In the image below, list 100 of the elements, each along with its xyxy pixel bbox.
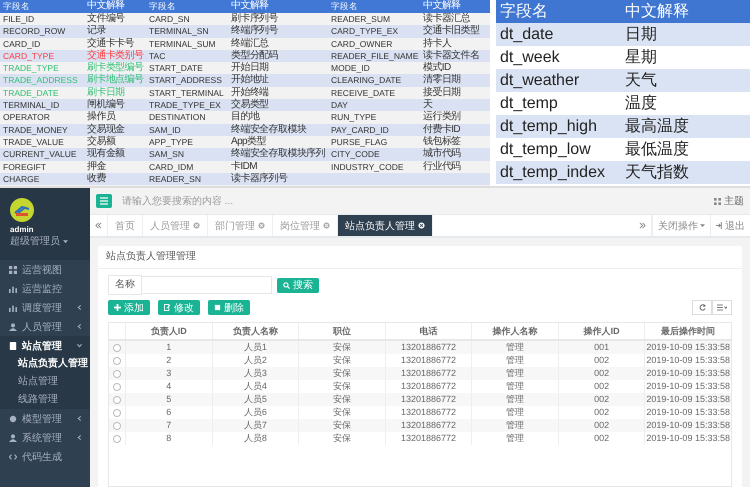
submenu-item[interactable]: 线路管理	[0, 391, 90, 409]
radio-button[interactable]	[113, 408, 121, 416]
field-meaning: 最低温度	[624, 140, 690, 160]
field-name: dt_date	[499, 25, 554, 45]
field-name: dt_temp	[499, 94, 559, 114]
menu-item[interactable]: 系统管理	[0, 428, 90, 447]
submenu-item[interactable]: 站点管理	[0, 373, 90, 391]
refresh-button[interactable]	[692, 300, 712, 315]
double-chevron-right-icon	[639, 222, 646, 229]
field-meaning: 终端序列号	[230, 25, 280, 38]
name-input-field[interactable]	[142, 276, 272, 294]
field-name: START_DATE	[148, 62, 204, 74]
table-cell: 13201886772	[384, 419, 472, 432]
radio-button[interactable]	[113, 396, 121, 404]
field-meaning: 记录	[86, 25, 107, 38]
field-meaning: 目的地	[230, 111, 261, 124]
search-button[interactable]: 搜索	[277, 278, 319, 292]
field-name: CHARGE	[2, 172, 40, 186]
field-meaning: 日期	[624, 25, 658, 45]
table-cell: 管理	[471, 393, 558, 406]
column-header: 操作人ID	[558, 323, 644, 339]
field-name: TRADE_MONEY	[2, 124, 69, 136]
table-cell: 5	[125, 393, 212, 406]
field-meaning: 持卡人	[422, 38, 452, 50]
columns-icon	[717, 304, 727, 311]
code-icon	[9, 452, 17, 460]
grid-icon	[714, 198, 721, 204]
field-name: FOREGIFT	[2, 160, 47, 173]
column-header: 字段名	[2, 0, 31, 13]
radio-button[interactable]	[113, 344, 121, 352]
column-header: 最后操作时间	[644, 323, 731, 339]
table-cell: 13201886772	[384, 432, 472, 445]
chevron-left-icon	[77, 416, 82, 421]
field-meaning: 付费卡ID	[422, 124, 462, 136]
theme-link[interactable]: 主题	[714, 194, 744, 208]
field-name: START_TERMINAL	[148, 86, 225, 100]
menu-item[interactable]: 模型管理	[0, 409, 90, 428]
close-icon[interactable]	[418, 222, 425, 229]
action-button[interactable]: 添加	[108, 300, 150, 315]
menu-item[interactable]: 站点管理	[0, 336, 90, 355]
field-meaning: 刷卡地点编号	[86, 74, 144, 86]
field-name: dt_weather	[499, 71, 580, 91]
person-icon	[9, 322, 17, 330]
person-icon	[9, 434, 17, 442]
field-meaning: 交易额	[86, 136, 117, 148]
action-button[interactable]: 修改	[158, 300, 200, 315]
column-header: 操作人名称	[471, 323, 558, 339]
table-cell: 002	[558, 393, 644, 406]
field-meaning: 收费	[86, 172, 107, 186]
field-name: TRADE_TYPE	[2, 62, 60, 74]
field-meaning: 天	[422, 99, 434, 110]
field-meaning: 交通卡旧类型	[422, 25, 480, 38]
tab[interactable]: 首页	[108, 215, 143, 236]
radio-button[interactable]	[113, 434, 121, 442]
field-name: dt_temp_index	[499, 163, 606, 183]
field-meaning: 读卡器序列号	[230, 172, 288, 186]
double-chevron-left-icon	[95, 222, 102, 229]
columns-button[interactable]	[712, 300, 732, 315]
field-name: CLEARING_DATE	[330, 74, 402, 87]
caret-icon	[62, 239, 68, 244]
bars-icon	[9, 304, 17, 312]
radio-button[interactable]	[113, 370, 121, 378]
table-cell: 人员7	[212, 419, 298, 432]
menu-item[interactable]: 运营监控	[0, 279, 90, 298]
field-meaning: 读卡器汇总	[422, 13, 472, 24]
field-name: CITY_CODE	[330, 148, 381, 161]
action-button[interactable]: 删除	[208, 300, 250, 315]
table-cell: 2019-10-09 15:33:58	[644, 419, 731, 432]
panel-title: 站点负责人管理管理	[98, 246, 742, 269]
field-name: READER_SUM	[330, 13, 392, 26]
field-meaning: 交易现金	[86, 124, 126, 136]
field-meaning: 开始日期	[230, 62, 270, 74]
tab[interactable]: 部门管理	[208, 215, 273, 236]
field-name: READER_FILE_NAME	[330, 50, 420, 62]
field-meaning: 最高温度	[624, 116, 690, 137]
menu-item[interactable]: 运营视图	[0, 260, 90, 279]
radio-button[interactable]	[113, 422, 121, 430]
menu-item[interactable]: 调度管理	[0, 298, 90, 317]
submenu-item[interactable]: 站点负责人管理	[0, 355, 90, 373]
field-name: TAC	[148, 50, 166, 62]
menu-item[interactable]: 代码生成	[0, 447, 90, 466]
field-name: SAM_ID	[148, 124, 182, 136]
chevron-left-icon	[77, 305, 82, 310]
search-field[interactable]: 请输入您要搜索的内容 ...	[120, 194, 706, 208]
field-name: TERMINAL_SUM	[148, 38, 217, 50]
menu-item[interactable]: 人员管理	[0, 317, 90, 336]
radio-button[interactable]	[113, 382, 121, 390]
column-header: 电话	[384, 323, 472, 339]
tab[interactable]: 站点负责人管理	[338, 215, 433, 236]
tab[interactable]: 人员管理	[143, 215, 208, 236]
column-header: 职位	[298, 323, 385, 339]
menu-button[interactable]	[96, 194, 112, 208]
user-role-dropdown[interactable]: 超级管理员	[10, 234, 68, 248]
caret-icon	[700, 223, 705, 228]
field-name: CARD_ID	[2, 38, 42, 50]
field-name: FILE_ID	[2, 13, 36, 26]
column-header: 中文解释	[624, 2, 690, 22]
field-meaning: 天气指数	[624, 163, 690, 183]
field-meaning: 刷卡日期	[86, 86, 126, 98]
radio-button[interactable]	[113, 356, 121, 364]
